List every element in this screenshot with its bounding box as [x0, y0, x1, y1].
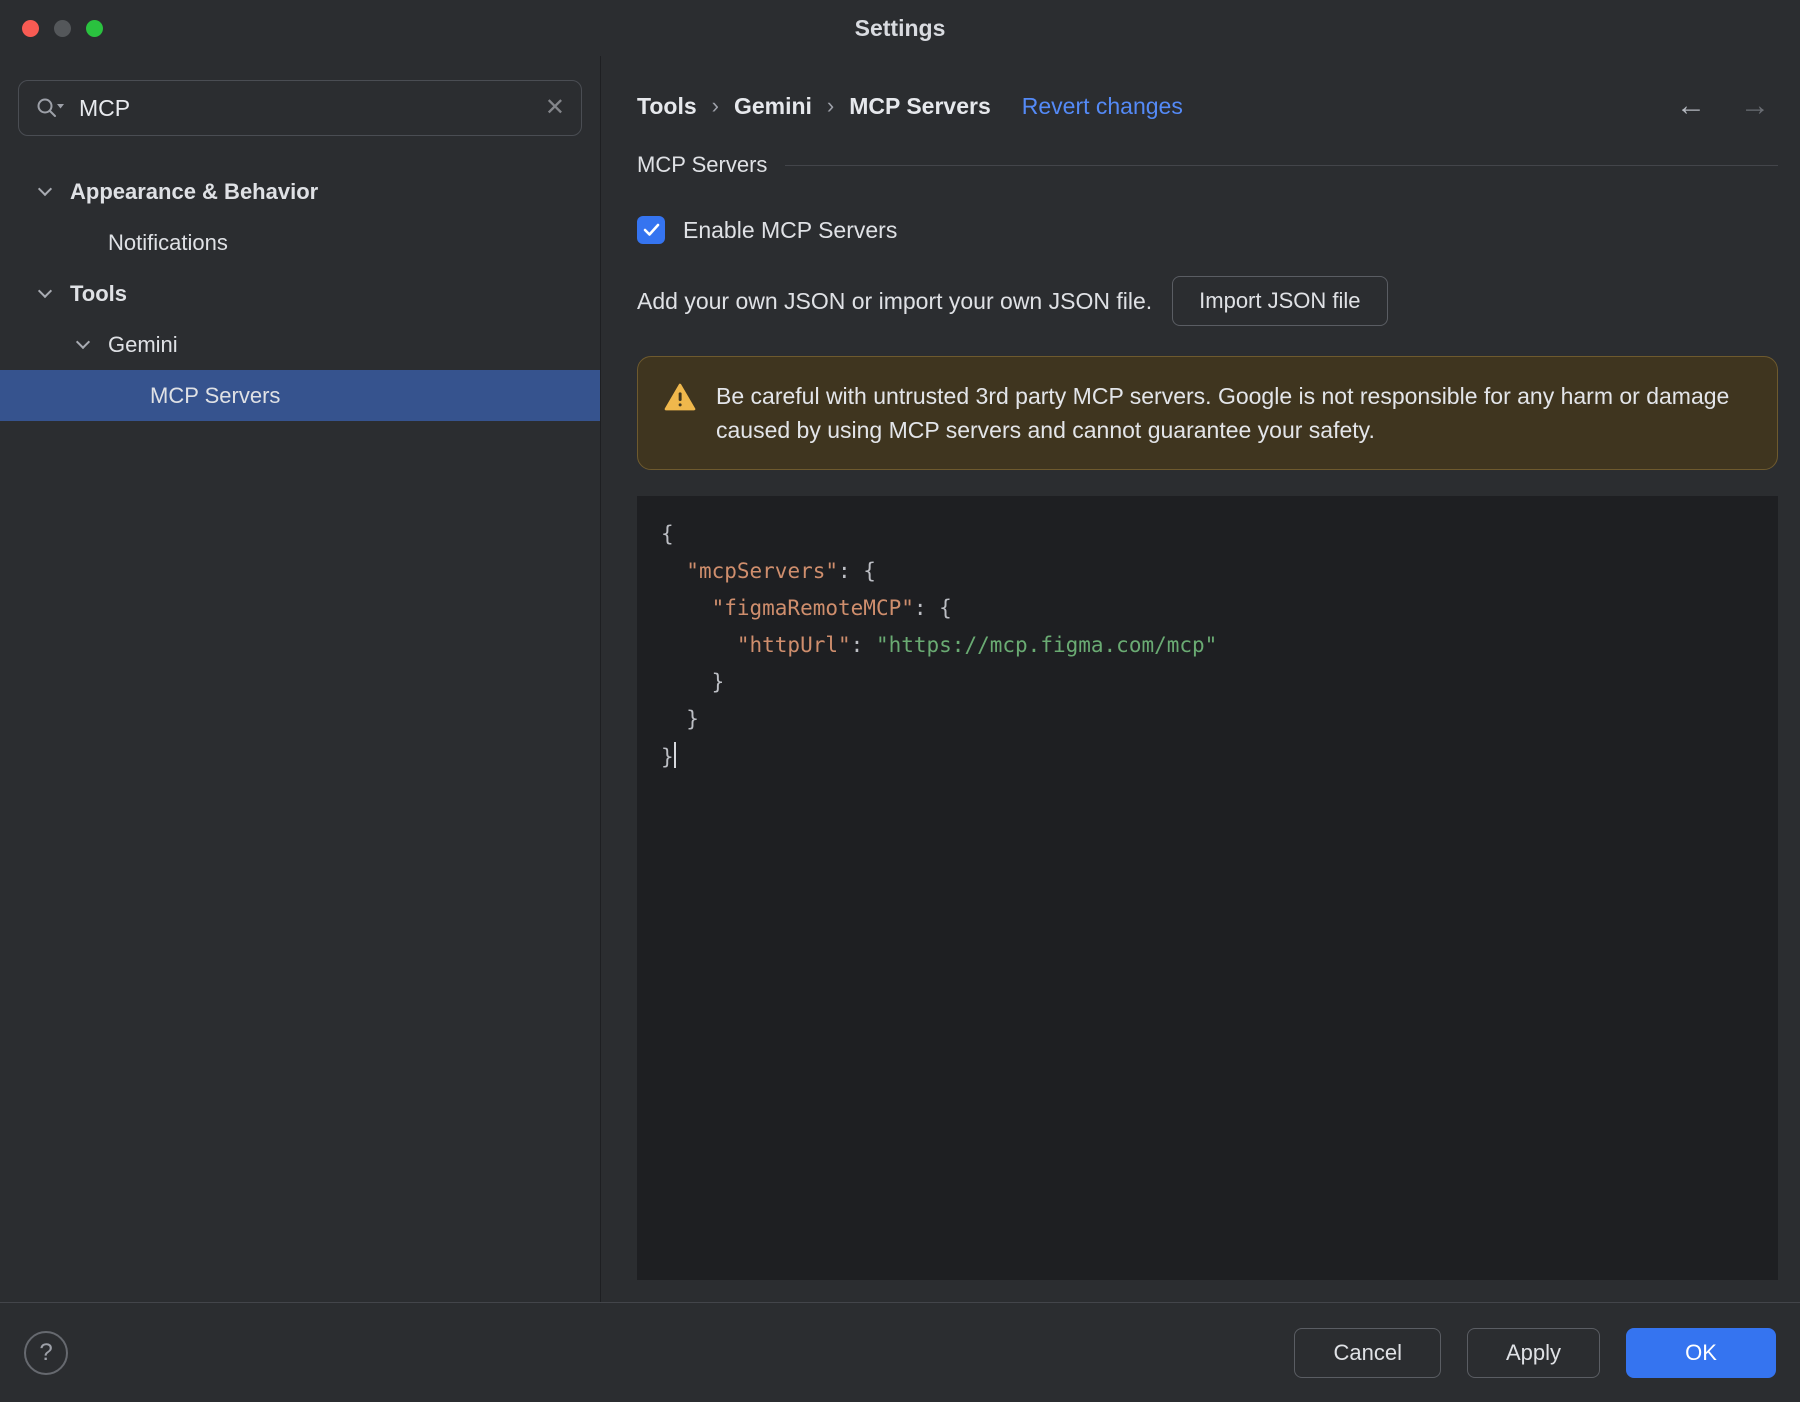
cancel-button[interactable]: Cancel: [1294, 1327, 1441, 1378]
titlebar: Settings: [0, 0, 1800, 56]
footer: ? Cancel Apply OK: [0, 1302, 1800, 1402]
import-instruction-text: Add your own JSON or import your own JSO…: [637, 287, 1153, 314]
help-icon: ?: [39, 1338, 53, 1366]
sidebar-item-tools[interactable]: Tools: [0, 268, 600, 319]
sidebar-item-mcp-servers[interactable]: MCP Servers: [0, 370, 600, 421]
help-button[interactable]: ?: [24, 1330, 68, 1375]
main-area: MCP ✕ Appearance & Behavior Notification…: [0, 56, 1800, 1302]
breadcrumb-separator: ›: [711, 93, 719, 118]
sidebar: MCP ✕ Appearance & Behavior Notification…: [0, 56, 601, 1302]
json-editor[interactable]: { "mcpServers": { "figmaRemoteMCP": { "h…: [637, 496, 1778, 1280]
enable-mcp-servers-row: Enable MCP Servers: [637, 216, 1778, 244]
content-pane: Tools › Gemini › MCP Servers Revert chan…: [601, 56, 1800, 1302]
code-line: }: [661, 670, 725, 694]
clear-search-icon[interactable]: ✕: [545, 96, 565, 120]
section-title: MCP Servers: [637, 152, 768, 177]
search-value: MCP: [79, 94, 131, 121]
section-divider: [785, 164, 1778, 166]
code-line: {: [661, 522, 674, 546]
checkmark-icon: [643, 223, 659, 236]
section-header: MCP Servers: [637, 152, 1778, 178]
json-editor-lines: { "mcpServers": { "figmaRemoteMCP": { "h…: [661, 516, 1754, 776]
traffic-lights: [22, 0, 103, 56]
breadcrumb-mcp-servers: MCP Servers: [849, 92, 991, 119]
search-input[interactable]: MCP ✕: [18, 80, 582, 136]
apply-button[interactable]: Apply: [1466, 1327, 1600, 1378]
forward-arrow-icon[interactable]: →: [1740, 91, 1770, 121]
breadcrumb-separator: ›: [826, 93, 835, 118]
code-line: "figmaRemoteMCP": {: [711, 596, 952, 620]
sidebar-item-label: MCP Servers: [150, 382, 281, 408]
code-line: "mcpServers": {: [686, 559, 876, 583]
code-line: "httpUrl": "https://mcp.figma.com/mcp": [736, 633, 1218, 657]
settings-window: Settings MCP ✕ Appearance & Behavior Not…: [0, 0, 1800, 1402]
enable-mcp-servers-label[interactable]: Enable MCP Servers: [683, 217, 897, 244]
breadcrumb: Tools › Gemini › MCP Servers Revert chan…: [637, 86, 1778, 126]
text-caret: [673, 742, 676, 768]
warning-triangle-icon: [664, 383, 696, 411]
breadcrumb-gemini[interactable]: Gemini: [734, 93, 812, 120]
import-row: Add your own JSON or import your own JSO…: [637, 276, 1778, 326]
chevron-down-icon[interactable]: [37, 181, 53, 196]
sidebar-item-notifications[interactable]: Notifications: [0, 217, 600, 268]
import-json-file-button[interactable]: Import JSON file: [1172, 276, 1388, 326]
chevron-down-icon[interactable]: [75, 334, 91, 349]
sidebar-item-label: Gemini: [108, 331, 178, 357]
chevron-down-icon[interactable]: [37, 283, 53, 298]
warning-banner: Be careful with untrusted 3rd party MCP …: [637, 356, 1778, 470]
back-arrow-icon[interactable]: ←: [1676, 91, 1706, 121]
code-line: }: [661, 707, 699, 731]
minimize-button[interactable]: [54, 19, 71, 37]
sidebar-item-appearance-behavior[interactable]: Appearance & Behavior: [0, 166, 600, 217]
revert-changes-link[interactable]: Revert changes: [1022, 93, 1183, 120]
footer-buttons: Cancel Apply OK: [1294, 1327, 1776, 1378]
history-nav: ← →: [1676, 91, 1778, 121]
breadcrumb-tools[interactable]: Tools: [637, 93, 697, 120]
sidebar-item-label: Appearance & Behavior: [70, 178, 319, 204]
search-icon[interactable]: [35, 96, 65, 120]
enable-mcp-servers-checkbox[interactable]: [637, 216, 665, 244]
warning-text: Be careful with untrusted 3rd party MCP …: [716, 383, 1730, 443]
sidebar-item-gemini[interactable]: Gemini: [0, 319, 600, 370]
ok-button[interactable]: OK: [1626, 1327, 1776, 1378]
zoom-button[interactable]: [86, 19, 103, 37]
code-line: }: [661, 738, 1754, 776]
close-button[interactable]: [22, 19, 39, 37]
settings-tree: Appearance & Behavior Notifications Tool…: [0, 166, 600, 421]
window-title: Settings: [854, 14, 946, 41]
sidebar-item-label: Notifications: [108, 229, 228, 255]
sidebar-item-label: Tools: [70, 280, 128, 306]
